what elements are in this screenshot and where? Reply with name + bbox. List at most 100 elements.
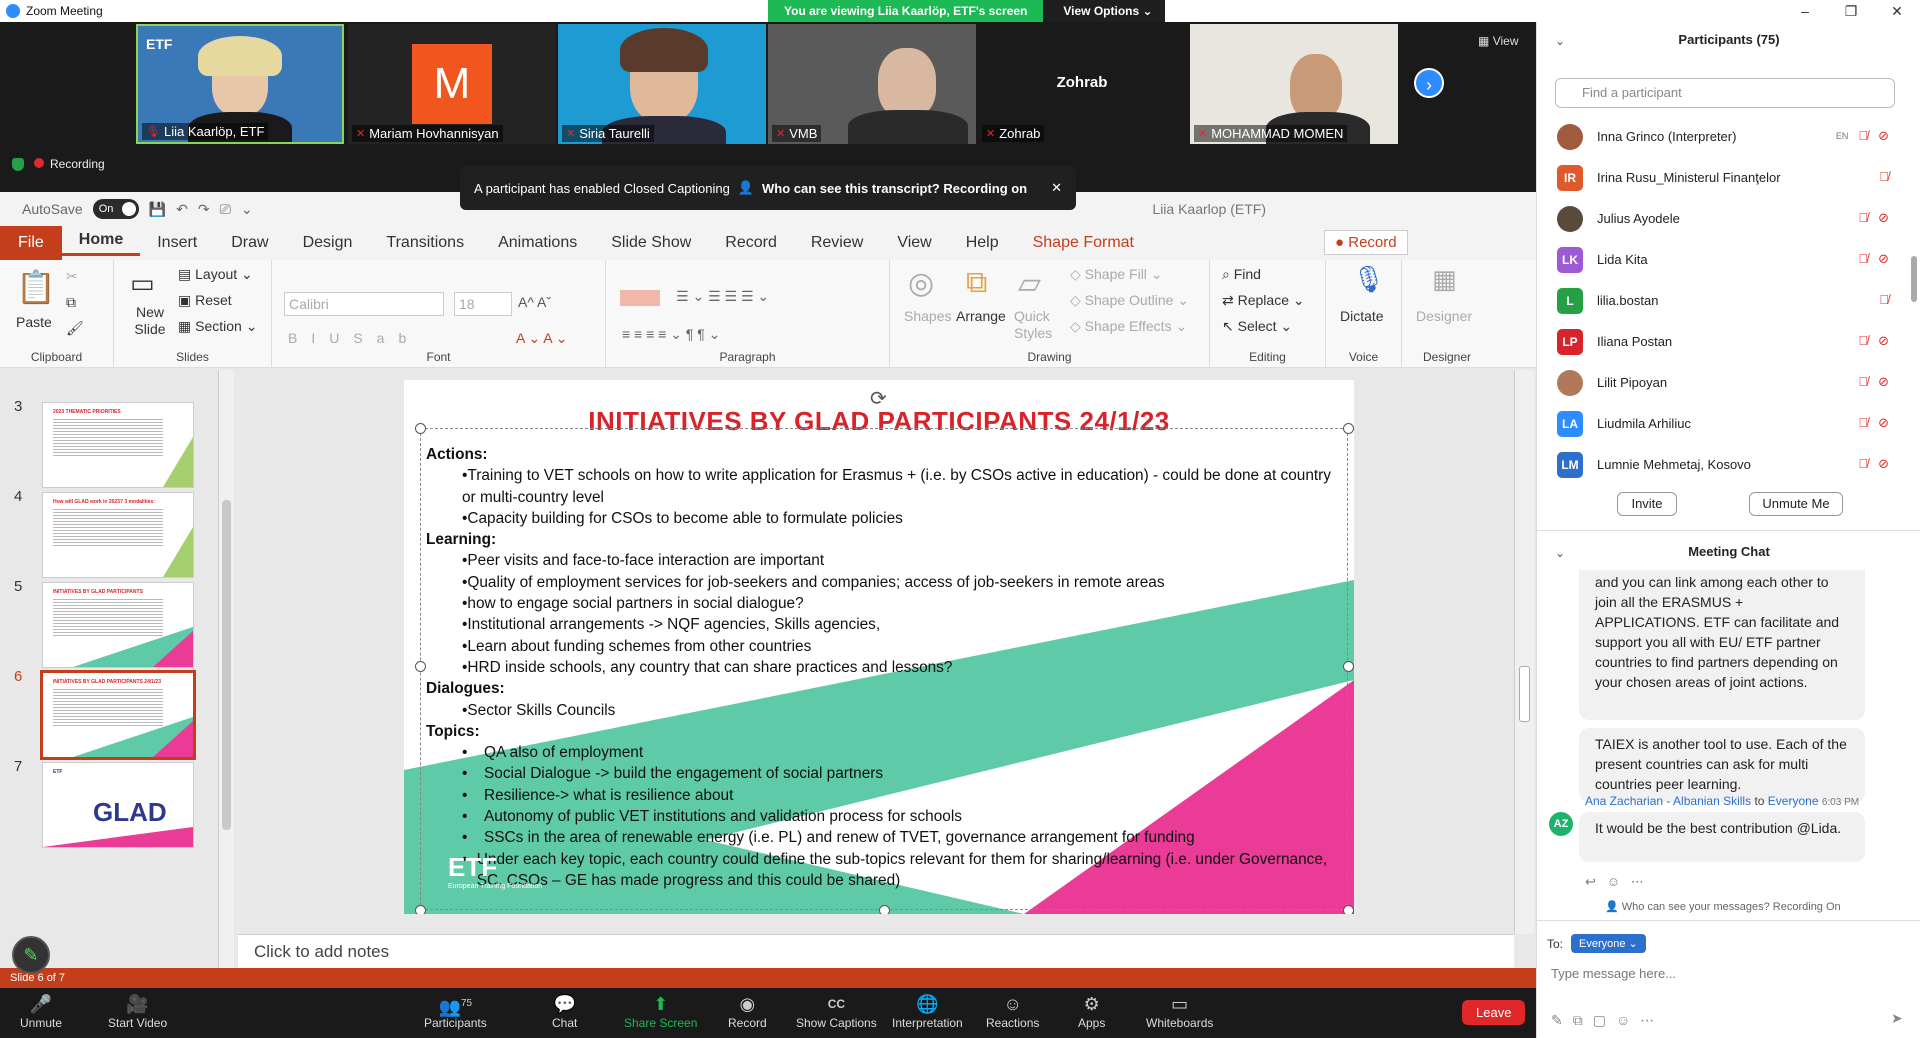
view-button[interactable]: ▦ View (1478, 34, 1518, 48)
participant-row[interactable]: LM Lumnie Mehmetaj, Kosovo 🎙̸ ⊘ (1537, 444, 1901, 485)
customize-qat-icon[interactable]: ⌄ (241, 201, 253, 218)
format-painter-icon[interactable]: 🖌 (66, 320, 84, 337)
slide-thumbnail-4[interactable]: How will GLAD work in 2023? 3 modalities… (42, 492, 194, 578)
tab-view[interactable]: View (880, 234, 948, 252)
scrollbar-thumb[interactable] (1519, 666, 1530, 722)
new-slide-button[interactable]: New Slide (128, 304, 172, 338)
arrange-button[interactable]: Arrange (956, 308, 1006, 324)
tab-home[interactable]: Home (61, 231, 141, 256)
file-icon[interactable]: ▢ (1593, 1012, 1606, 1029)
alignment-icons[interactable]: ≡ ≡ ≡ ≡ ⌄ ¶ ¶ ⌄ (622, 326, 720, 343)
resize-handle[interactable] (415, 423, 426, 434)
chat-message-input[interactable]: Type message here... (1551, 966, 1676, 981)
more-options-icon[interactable]: ⋯ (1631, 874, 1644, 889)
unmute-button[interactable]: 🎤 Unmute (20, 992, 62, 1030)
find-button[interactable]: ⌕ Find (1222, 266, 1261, 283)
undo-icon[interactable]: ↶ (176, 201, 188, 218)
tab-review[interactable]: Review (794, 234, 880, 252)
select-button[interactable]: ↖ Select ⌄ (1222, 318, 1292, 335)
tab-shape-format[interactable]: Shape Format (1016, 234, 1151, 252)
participant-row[interactable]: LK Lida Kita 🎙̸ ⊘ (1537, 239, 1901, 280)
tab-file[interactable]: File (0, 226, 62, 260)
format-icon[interactable]: ✎ (1551, 1012, 1563, 1029)
emoji-react-icon[interactable]: ☺ (1607, 874, 1620, 889)
maximize-button[interactable]: ❐ (1828, 0, 1874, 22)
participant-row[interactable]: Inna Grinco (Interpreter) EN 🎙̸ ⊘ (1537, 116, 1901, 157)
font-format-icons[interactable]: BIUSab (288, 330, 420, 346)
shapes-icon[interactable]: ◎ (908, 266, 934, 301)
quick-styles-button[interactable]: Quick Styles (1014, 308, 1058, 342)
resize-handle[interactable] (1343, 905, 1354, 914)
minimize-button[interactable]: – (1782, 0, 1828, 22)
slide-scrollbar[interactable] (1514, 370, 1534, 934)
participant-row[interactable]: Julius Ayodele 🎙̸ ⊘ (1537, 198, 1901, 239)
participant-row[interactable]: Lilit Pipoyan 🎙̸ ⊘ (1537, 362, 1901, 403)
recording-indicator[interactable]: Recording (34, 157, 105, 171)
chat-button[interactable]: 💬 Chat (552, 992, 577, 1030)
video-tile-siria[interactable]: ✕ Siria Taurelli (558, 24, 766, 144)
resize-handle[interactable] (879, 905, 890, 914)
unmute-me-button[interactable]: Unmute Me (1749, 492, 1843, 516)
font-size-input[interactable]: 18 (454, 292, 512, 316)
notes-pane[interactable]: Click to add notes (238, 934, 1514, 968)
recipient-select[interactable]: Everyone ⌄ (1571, 934, 1646, 953)
video-tile-zohrab[interactable]: Zohrab ✕ Zohrab (978, 24, 1186, 144)
tab-record[interactable]: Record (708, 234, 794, 252)
layout-button[interactable]: ▤ Layout ⌄ (178, 266, 253, 283)
slide-thumbnail-3[interactable]: 2023 THEMATIC PRIORITIES (42, 402, 194, 488)
replace-button[interactable]: ⇄ Replace ⌄ (1222, 292, 1305, 309)
tab-draw[interactable]: Draw (214, 234, 285, 252)
participant-row[interactable]: Llilia.bostan 🎙̸ (1537, 280, 1901, 321)
more-icon[interactable]: ⋯ (1640, 1012, 1654, 1029)
resize-handle[interactable] (1343, 423, 1354, 434)
emoji-icon[interactable]: ☺ (1616, 1012, 1630, 1029)
designer-button[interactable]: Designer (1416, 308, 1472, 324)
dictate-button[interactable]: Dictate (1340, 308, 1384, 324)
video-tile-mariam[interactable]: M ✕ Mariam Hovhannisyan (348, 24, 556, 144)
numbering-icon[interactable]: ☰ ⌄ ☰ ☰ ☰ ⌄ (676, 288, 769, 305)
resize-handle[interactable] (415, 905, 426, 914)
start-video-button[interactable]: 🎥 Start Video (108, 992, 167, 1030)
participant-row[interactable]: LA Liudmila Arhiliuc 🎙̸ ⊘ (1537, 403, 1901, 444)
arrange-icon[interactable]: ⧉ (966, 266, 987, 300)
leave-button[interactable]: Leave (1462, 1000, 1526, 1025)
apps-button[interactable]: ⚙ Apps (1078, 992, 1105, 1030)
shape-fill-button[interactable]: ◇ Shape Fill ⌄ (1070, 266, 1163, 283)
new-slide-icon[interactable]: ▭ (130, 268, 155, 299)
participants-button[interactable]: 👥75 Participants (424, 992, 487, 1030)
redo-icon[interactable]: ↷ (198, 201, 210, 218)
section-button[interactable]: ▦ Section ⌄ (178, 318, 257, 335)
cut-icon[interactable]: ✂ (66, 268, 78, 285)
save-icon[interactable]: 💾 (149, 201, 166, 218)
microphone-icon[interactable]: 🎙 (1352, 264, 1385, 295)
invite-button[interactable]: Invite (1617, 492, 1677, 516)
paste-icon[interactable]: 📋 (16, 268, 56, 306)
close-banner-icon[interactable]: ✕ (1051, 180, 1062, 196)
autosave-toggle[interactable]: On (92, 199, 139, 219)
sender-name[interactable]: Ana Zacharian - Albanian Skills (1585, 794, 1751, 808)
reactions-button[interactable]: ☺ Reactions (986, 992, 1039, 1030)
tab-insert[interactable]: Insert (140, 234, 214, 252)
participant-row[interactable]: IR Irina Rusu_Ministerul Finanţelor 🎙̸ (1537, 157, 1901, 198)
designer-icon[interactable]: ▦ (1432, 264, 1457, 295)
font-name-input[interactable]: Calibri (284, 292, 444, 316)
show-captions-button[interactable]: CC Show Captions (796, 992, 877, 1030)
tab-design[interactable]: Design (286, 234, 370, 252)
view-options-button[interactable]: View Options ⌄ (1043, 0, 1165, 22)
paste-button[interactable]: Paste (16, 314, 52, 330)
copy-icon[interactable]: ⧉ (66, 294, 76, 311)
resize-handle[interactable] (415, 661, 426, 672)
transcript-question-link[interactable]: Who can see this transcript? Recording o… (762, 181, 1027, 196)
font-color-icon[interactable]: A ⌄ A ⌄ (516, 330, 568, 347)
ppt-record-button[interactable]: ● Record (1324, 230, 1408, 255)
send-icon[interactable]: ➤ (1891, 1010, 1903, 1027)
bullets-icon[interactable] (620, 290, 660, 306)
slide-text-body[interactable]: Actions: •Training to VET schools on how … (426, 444, 1336, 891)
reply-icon[interactable]: ↩ (1585, 874, 1596, 889)
resize-handle[interactable] (1343, 661, 1354, 672)
tab-slide-show[interactable]: Slide Show (594, 234, 708, 252)
video-tile-mohammad[interactable]: ✕ MOHAMMAD MOMEN (1190, 24, 1398, 144)
participants-scrollbar[interactable] (1911, 256, 1917, 302)
slide-thumbnail-6[interactable]: INITIATIVES BY GLAD PARTICIPANTS 24/1/23 (40, 670, 196, 760)
share-screen-button[interactable]: ⬆ Share Screen (624, 992, 697, 1030)
